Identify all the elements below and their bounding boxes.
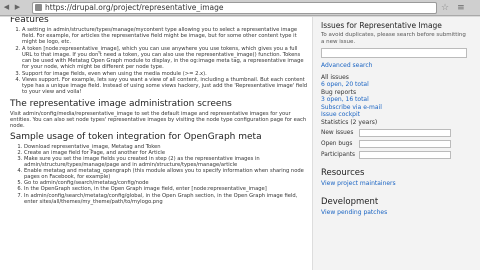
admin-heading: The representative image administration … xyxy=(10,98,232,109)
project-description: Features A setting in admin/structure/ty… xyxy=(0,17,308,270)
new-issues-label: New issues xyxy=(321,130,354,136)
lock-icon xyxy=(35,4,42,11)
forward-icon[interactable]: ▶ xyxy=(13,3,22,12)
feature-item: A setting in admin/structure/types/manag… xyxy=(22,27,308,45)
steps-list: Download representative_image, Metatag a… xyxy=(10,144,308,205)
new-issues-row: New issues xyxy=(321,129,470,137)
participants-chart xyxy=(359,151,451,159)
all-issues-link[interactable]: 6 open, 20 total xyxy=(321,81,470,89)
step-item: In the OpenGraph section, in the Open Gr… xyxy=(24,186,308,192)
features-list: A setting in admin/structure/types/manag… xyxy=(10,27,308,96)
step-item: Enable metatag and metatag_opengraph (th… xyxy=(24,168,308,180)
advanced-search-link[interactable]: Advanced search xyxy=(321,62,470,70)
open-bugs-label: Open bugs xyxy=(321,141,353,147)
back-icon[interactable]: ◀ xyxy=(2,3,11,12)
all-issues-label: All issues xyxy=(321,73,349,81)
address-bar[interactable]: https://drupal.org/project/representativ… xyxy=(32,1,437,14)
bookmark-star-icon[interactable]: ☆ xyxy=(441,3,449,13)
page-content: Features A setting in admin/structure/ty… xyxy=(0,17,480,270)
subscribe-link[interactable]: Subscribe via e-mail xyxy=(321,104,470,112)
browser-toolbar: ◀ ▶ https://drupal.org/project/represent… xyxy=(0,0,480,16)
resources-heading: Resources xyxy=(321,168,365,178)
bug-reports-link[interactable]: 3 open, 16 total xyxy=(321,96,470,104)
development-heading: Development xyxy=(321,196,379,207)
feature-item: A token [node:representative_image], whi… xyxy=(22,46,308,70)
statistics-label: Statistics (2 years) xyxy=(321,118,378,126)
features-heading: Features xyxy=(10,17,49,25)
issues-title: Issues for Representative Image xyxy=(321,21,442,30)
participants-row: Participants xyxy=(321,151,470,159)
url-text: https://drupal.org/project/representativ… xyxy=(45,3,224,12)
step-item: Make sure you set the image fields you c… xyxy=(24,156,308,168)
issues-note: To avoid duplicates, please search befor… xyxy=(321,32,466,45)
step-item: In admin/config/search/metatag/config/gl… xyxy=(24,193,308,205)
menu-icon[interactable]: ≡ xyxy=(457,3,465,13)
issues-sidebar: Issues for Representative Image To avoid… xyxy=(312,17,480,270)
open-bugs-chart xyxy=(359,140,451,148)
new-issues-chart xyxy=(359,129,451,137)
sample-heading: Sample usage of token integration for Op… xyxy=(10,131,262,142)
open-bugs-row: Open bugs xyxy=(321,140,470,148)
feature-item: Support for image fields, even when usin… xyxy=(22,71,308,77)
admin-paragraph: Visit admin/config/media/representative_… xyxy=(10,110,307,129)
participants-label: Participants xyxy=(321,152,356,158)
view-maintainers-link[interactable]: View project maintainers xyxy=(321,180,470,188)
view-pending-link[interactable]: View pending patches xyxy=(321,209,470,217)
feature-item: Views support. For example, lets say you… xyxy=(22,77,308,95)
issue-cockpit-link[interactable]: Issue cockpit xyxy=(321,111,470,119)
issue-search-input[interactable] xyxy=(321,48,467,58)
bug-reports-label: Bug reports xyxy=(321,88,357,96)
